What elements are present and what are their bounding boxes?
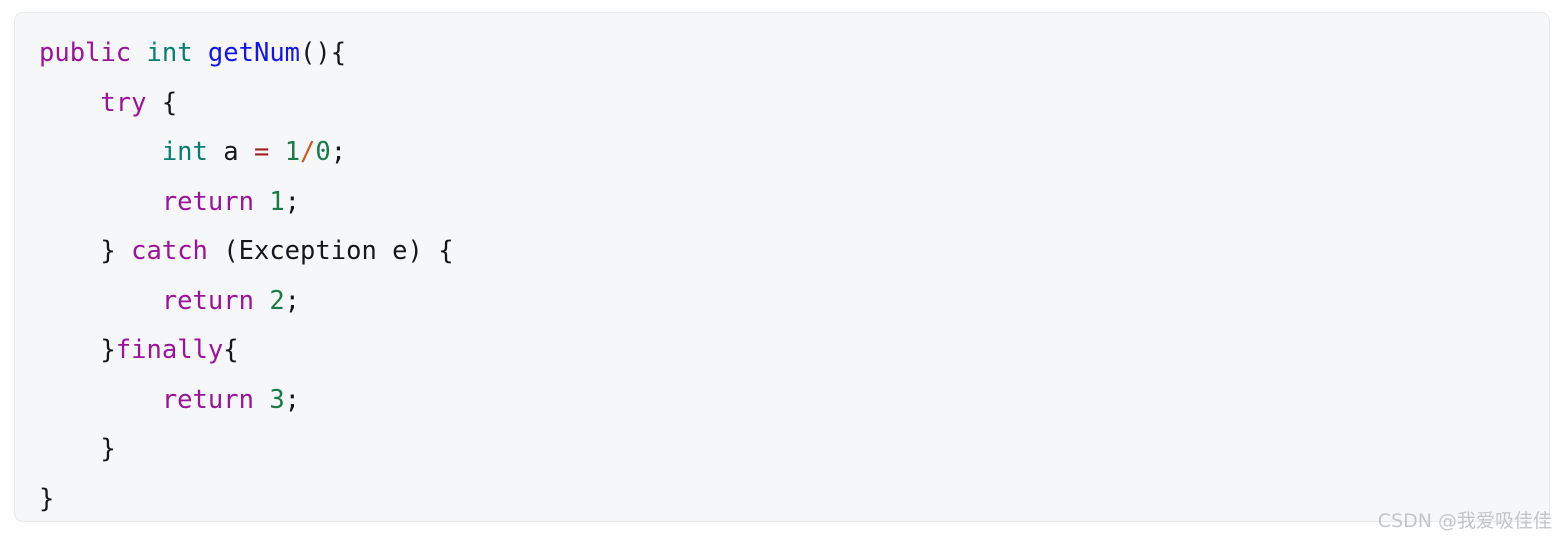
code-line: } bbox=[39, 475, 1549, 522]
page-root: public int getNum(){ try { int a = 1/0; … bbox=[0, 0, 1568, 540]
code-token-pun bbox=[377, 236, 392, 266]
code-token-kw: return bbox=[161, 186, 254, 217]
code-token-kw: try bbox=[100, 87, 147, 118]
code-line: public int getNum(){ bbox=[39, 29, 1549, 79]
code-line: return 2; bbox=[39, 277, 1549, 327]
code-token-num: 2 bbox=[269, 285, 285, 316]
code-token-pun: (){ bbox=[300, 38, 347, 68]
code-token-pun: } bbox=[39, 483, 55, 514]
code-token-pun bbox=[208, 137, 223, 167]
code-token-pun bbox=[193, 38, 208, 68]
csdn-watermark: CSDN @我爱吸佳佳 bbox=[1377, 510, 1552, 532]
code-token-pun: { bbox=[223, 335, 239, 365]
code-token-pun bbox=[254, 187, 269, 217]
code-token-id: e bbox=[392, 236, 408, 266]
code-token-kw: public bbox=[39, 38, 132, 68]
code-line: try { bbox=[39, 79, 1549, 129]
code-token-pun bbox=[239, 137, 254, 167]
code-token-pun bbox=[269, 137, 284, 167]
code-line: }finally{ bbox=[39, 326, 1549, 376]
code-token-typ: int bbox=[146, 38, 193, 68]
code-token-pun: { bbox=[146, 87, 178, 118]
code-token-op: = bbox=[253, 137, 270, 167]
code-token-kw: finally bbox=[115, 335, 224, 365]
source-code[interactable]: public int getNum(){ try { int a = 1/0; … bbox=[39, 29, 1549, 522]
code-token-fn: getNum bbox=[207, 38, 301, 68]
code-token-pun bbox=[254, 286, 269, 316]
code-token-id: Exception bbox=[238, 236, 377, 266]
code-line: } bbox=[39, 425, 1549, 475]
code-block-body: public int getNum(){ try { int a = 1/0; … bbox=[15, 13, 1549, 522]
code-block-card: public int getNum(){ try { int a = 1/0; … bbox=[14, 12, 1550, 522]
code-token-pun bbox=[254, 385, 269, 415]
code-line: return 3; bbox=[39, 376, 1549, 426]
code-token-pun: } bbox=[100, 335, 116, 365]
code-token-num: 0 bbox=[315, 137, 331, 167]
code-token-num: 1 bbox=[284, 137, 301, 167]
code-token-pun: ) { bbox=[407, 236, 454, 266]
code-token-slash: / bbox=[300, 137, 316, 167]
code-line: } catch (Exception e) { bbox=[39, 227, 1549, 277]
code-token-pun: } bbox=[100, 236, 132, 266]
code-line: int a = 1/0; bbox=[39, 128, 1549, 178]
code-token-num: 3 bbox=[269, 384, 285, 415]
code-token-pun: ; bbox=[284, 186, 301, 217]
code-token-kw: catch bbox=[131, 236, 208, 266]
code-token-typ: int bbox=[161, 137, 208, 167]
code-token-pun: ; bbox=[330, 137, 347, 167]
code-token-kw: return bbox=[161, 384, 254, 415]
code-token-pun: ; bbox=[284, 384, 301, 415]
code-token-pun: ( bbox=[207, 236, 239, 266]
code-token-pun: ; bbox=[284, 285, 301, 316]
code-token-kw: return bbox=[161, 285, 254, 316]
code-token-num: 1 bbox=[269, 186, 285, 217]
code-line: return 1; bbox=[39, 178, 1549, 228]
code-token-id: a bbox=[223, 137, 239, 167]
code-token-pun bbox=[131, 38, 146, 68]
code-token-pun: } bbox=[100, 434, 116, 464]
